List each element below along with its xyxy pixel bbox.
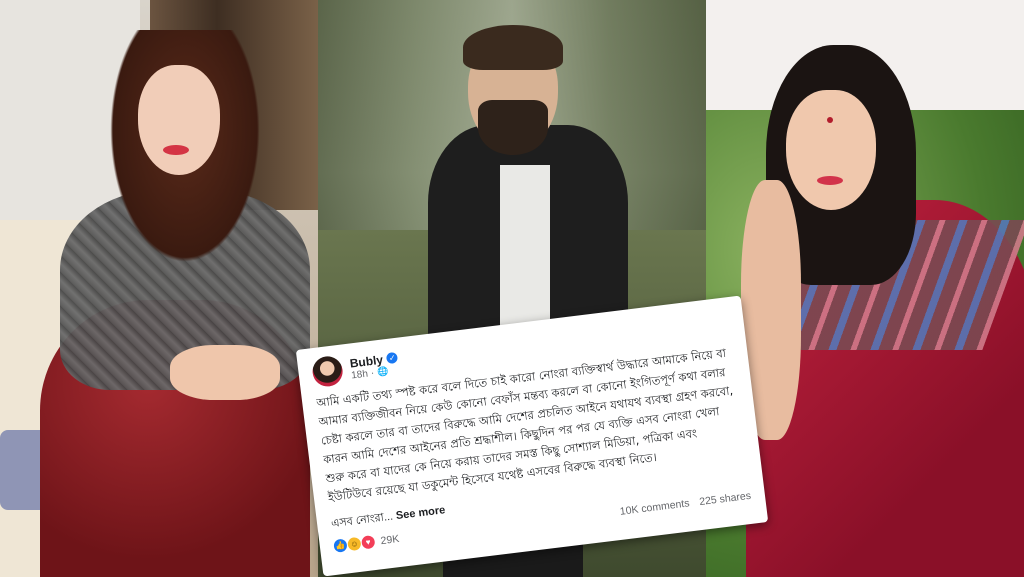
haha-icon: ☺ [347, 536, 362, 552]
white-tshirt [500, 165, 550, 345]
woman-lips [163, 145, 189, 155]
shares-count[interactable]: 225 shares [699, 489, 752, 507]
globe-icon: 🌐 [376, 365, 389, 377]
verified-badge-icon: ✓ [386, 351, 399, 365]
man-beard [478, 100, 548, 155]
reactions-summary[interactable]: 👍 ☺ ♥ 29K [333, 532, 400, 553]
bindi [827, 117, 833, 123]
comments-count[interactable]: 10K comments [619, 497, 690, 517]
man-hair [463, 25, 563, 70]
left-photo-panel [0, 0, 318, 577]
see-more-link[interactable]: See more [395, 504, 446, 522]
folded-hands [170, 345, 280, 400]
woman-face [786, 90, 876, 210]
woman-face [138, 65, 220, 175]
post-time[interactable]: 18h [351, 368, 369, 381]
love-icon: ♥ [360, 535, 376, 550]
truncated-text: এসব নোংরা... [330, 510, 394, 531]
like-icon: 👍 [333, 538, 348, 553]
woman-lips [817, 176, 843, 185]
avatar[interactable] [310, 354, 345, 389]
separator: · [370, 367, 375, 379]
reaction-count: 29K [379, 532, 400, 547]
